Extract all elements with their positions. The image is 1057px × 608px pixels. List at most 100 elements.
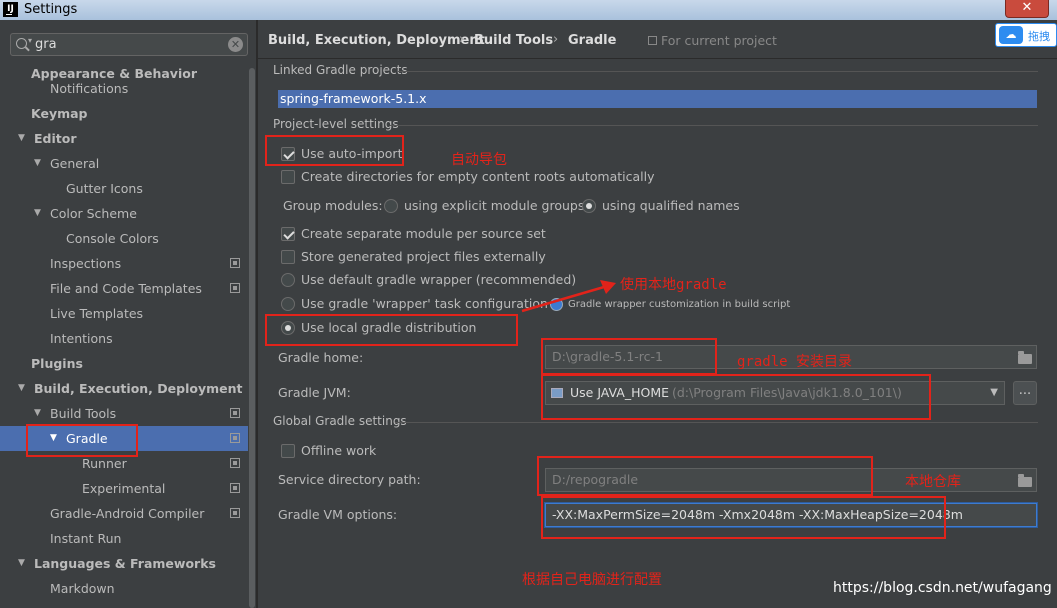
tree-item-label: Notifications [50,81,129,96]
tree-item[interactable]: Plugins [0,351,256,376]
tree-item[interactable]: Notifications [0,76,256,96]
vm-options-label: Gradle VM options: [278,507,398,522]
folder-icon[interactable] [1018,351,1032,364]
tree-item[interactable]: ▼ Editor [0,126,256,151]
chevron-down-icon[interactable]: ▼ [34,151,41,176]
wrapper-task-radio[interactable] [281,297,295,311]
tree-item[interactable]: Gutter Icons [0,176,256,201]
project-scope-icon [230,408,240,418]
chevron-down-icon[interactable]: ▼ [18,551,25,576]
close-button[interactable]: ✕ [1005,0,1049,18]
offline-label: Offline work [301,443,377,458]
tree-item[interactable]: ▼ Build, Execution, Deployment [0,376,256,401]
project-scope-icon [230,458,240,468]
tree-item-label: Instant Run [50,531,122,546]
search-input[interactable] [35,36,225,53]
separate-module-checkbox[interactable] [281,227,295,241]
tree-item[interactable]: Instant Run [0,526,256,551]
service-dir-label: Service directory path: [278,472,421,487]
tree-item-label: Inspections [50,256,122,271]
search-icon[interactable] [16,38,27,49]
create-dirs-label: Create directories for empty content roo… [301,169,655,184]
explicit-groups-radio[interactable] [384,199,398,213]
project-scope-icon [230,283,240,293]
annotation-use-local: 使用本地gradle [620,277,727,293]
annotation-box [541,496,946,539]
create-dirs-checkbox[interactable] [281,170,295,184]
breadcrumb-item[interactable]: Build, Execution, Deployment [268,33,485,48]
breadcrumb-separator: › [459,32,465,47]
annotation-box [541,374,931,420]
tree-item-label: Editor [34,131,77,146]
tree-item-label: Languages & Frameworks [34,556,216,571]
sidebar-scrollbar[interactable] [248,68,256,608]
project-scope-icon [230,433,240,443]
tree-item-label: Color Scheme [50,206,137,221]
tree-item[interactable]: Experimental [0,476,256,501]
cloud-button-label: 拖拽 [1028,30,1050,43]
store-external-label: Store generated project files externally [301,249,546,264]
breadcrumb-item[interactable]: Build Tools [474,33,553,48]
annotation-box [541,338,717,375]
search-history-icon[interactable]: ▾ [28,36,32,45]
annotation-configure: 根据自己电脑进行配置 [522,572,662,588]
for-current-project-label: For current project [661,33,777,48]
tree-item[interactable]: Console Colors [0,226,256,251]
default-wrapper-radio[interactable] [281,273,295,287]
intellij-logo-icon: IJ [3,2,18,17]
chevron-down-icon[interactable]: ▼ [990,382,998,404]
project-scope-icon [230,508,240,518]
annotation-box [26,424,138,457]
project-scope-icon [230,483,240,493]
tree-item[interactable]: Gradle-Android Compiler [0,501,256,526]
tree-item-label: Gutter Icons [66,181,143,196]
baidu-cloud-button[interactable]: ☁ 拖拽 [995,23,1057,47]
tree-item-label: General [50,156,100,171]
project-scope-icon [230,258,240,268]
qualified-names-radio[interactable] [582,199,596,213]
tree-item[interactable]: ▼ Build Tools [0,401,256,426]
tree-item-label: Build Tools [50,406,117,421]
chevron-down-icon[interactable]: ▼ [34,401,41,426]
scrollbar-thumb[interactable] [249,68,255,608]
tree-item-label: Gradle-Android Compiler [50,506,205,521]
tree-item[interactable]: Markdown [0,576,256,601]
clear-search-icon[interactable]: ✕ [228,37,243,52]
chevron-down-icon[interactable]: ▼ [18,376,25,401]
linked-projects-title: Linked Gradle projects [273,63,408,77]
cloud-icon: ☁ [999,26,1023,44]
watermark: https://blog.csdn.net/wufagang [833,580,1052,596]
tree-item-label: Build, Execution, Deployment [34,381,243,396]
store-external-checkbox[interactable] [281,250,295,264]
offline-checkbox[interactable] [281,444,295,458]
breadcrumb-separator: › [553,32,559,47]
gradle-home-label: Gradle home: [278,350,364,365]
tree-item[interactable]: Keymap [0,101,256,126]
separate-module-label: Create separate module per source set [301,226,546,241]
chevron-down-icon[interactable]: ▼ [34,201,41,226]
tree-item[interactable]: ▼ Color Scheme [0,201,256,226]
tree-item[interactable]: Inspections [0,251,256,276]
browse-jdk-button[interactable]: ... [1013,381,1037,405]
project-level-title: Project-level settings [273,117,399,131]
chevron-down-icon[interactable]: ▼ [18,126,25,151]
logo-text: IJ [7,4,14,14]
tree-item[interactable]: Live Templates [0,301,256,326]
linked-project-item[interactable]: spring-framework-5.1.x [278,90,1037,108]
folder-icon[interactable] [1018,474,1032,487]
tree-item[interactable]: ▼ Languages & Frameworks [0,551,256,576]
annotation-box [537,456,873,496]
tree-item[interactable]: Intentions [0,326,256,351]
section-line [398,71,1038,72]
search-box[interactable]: ▾ ✕ [10,33,248,56]
breadcrumb-item: Gradle [568,33,617,48]
annotation-auto-import: 自动导包 [451,152,507,168]
qualified-names-label: using qualified names [602,198,740,213]
tree-item-label: Experimental [82,481,166,496]
tree-item[interactable]: ▼ General [0,151,256,176]
section-line [390,125,1038,126]
explicit-groups-label: using explicit module groups [404,198,585,213]
global-settings-title: Global Gradle settings [273,414,407,428]
tree-item-label: Plugins [31,356,83,371]
tree-item[interactable]: File and Code Templates [0,276,256,301]
